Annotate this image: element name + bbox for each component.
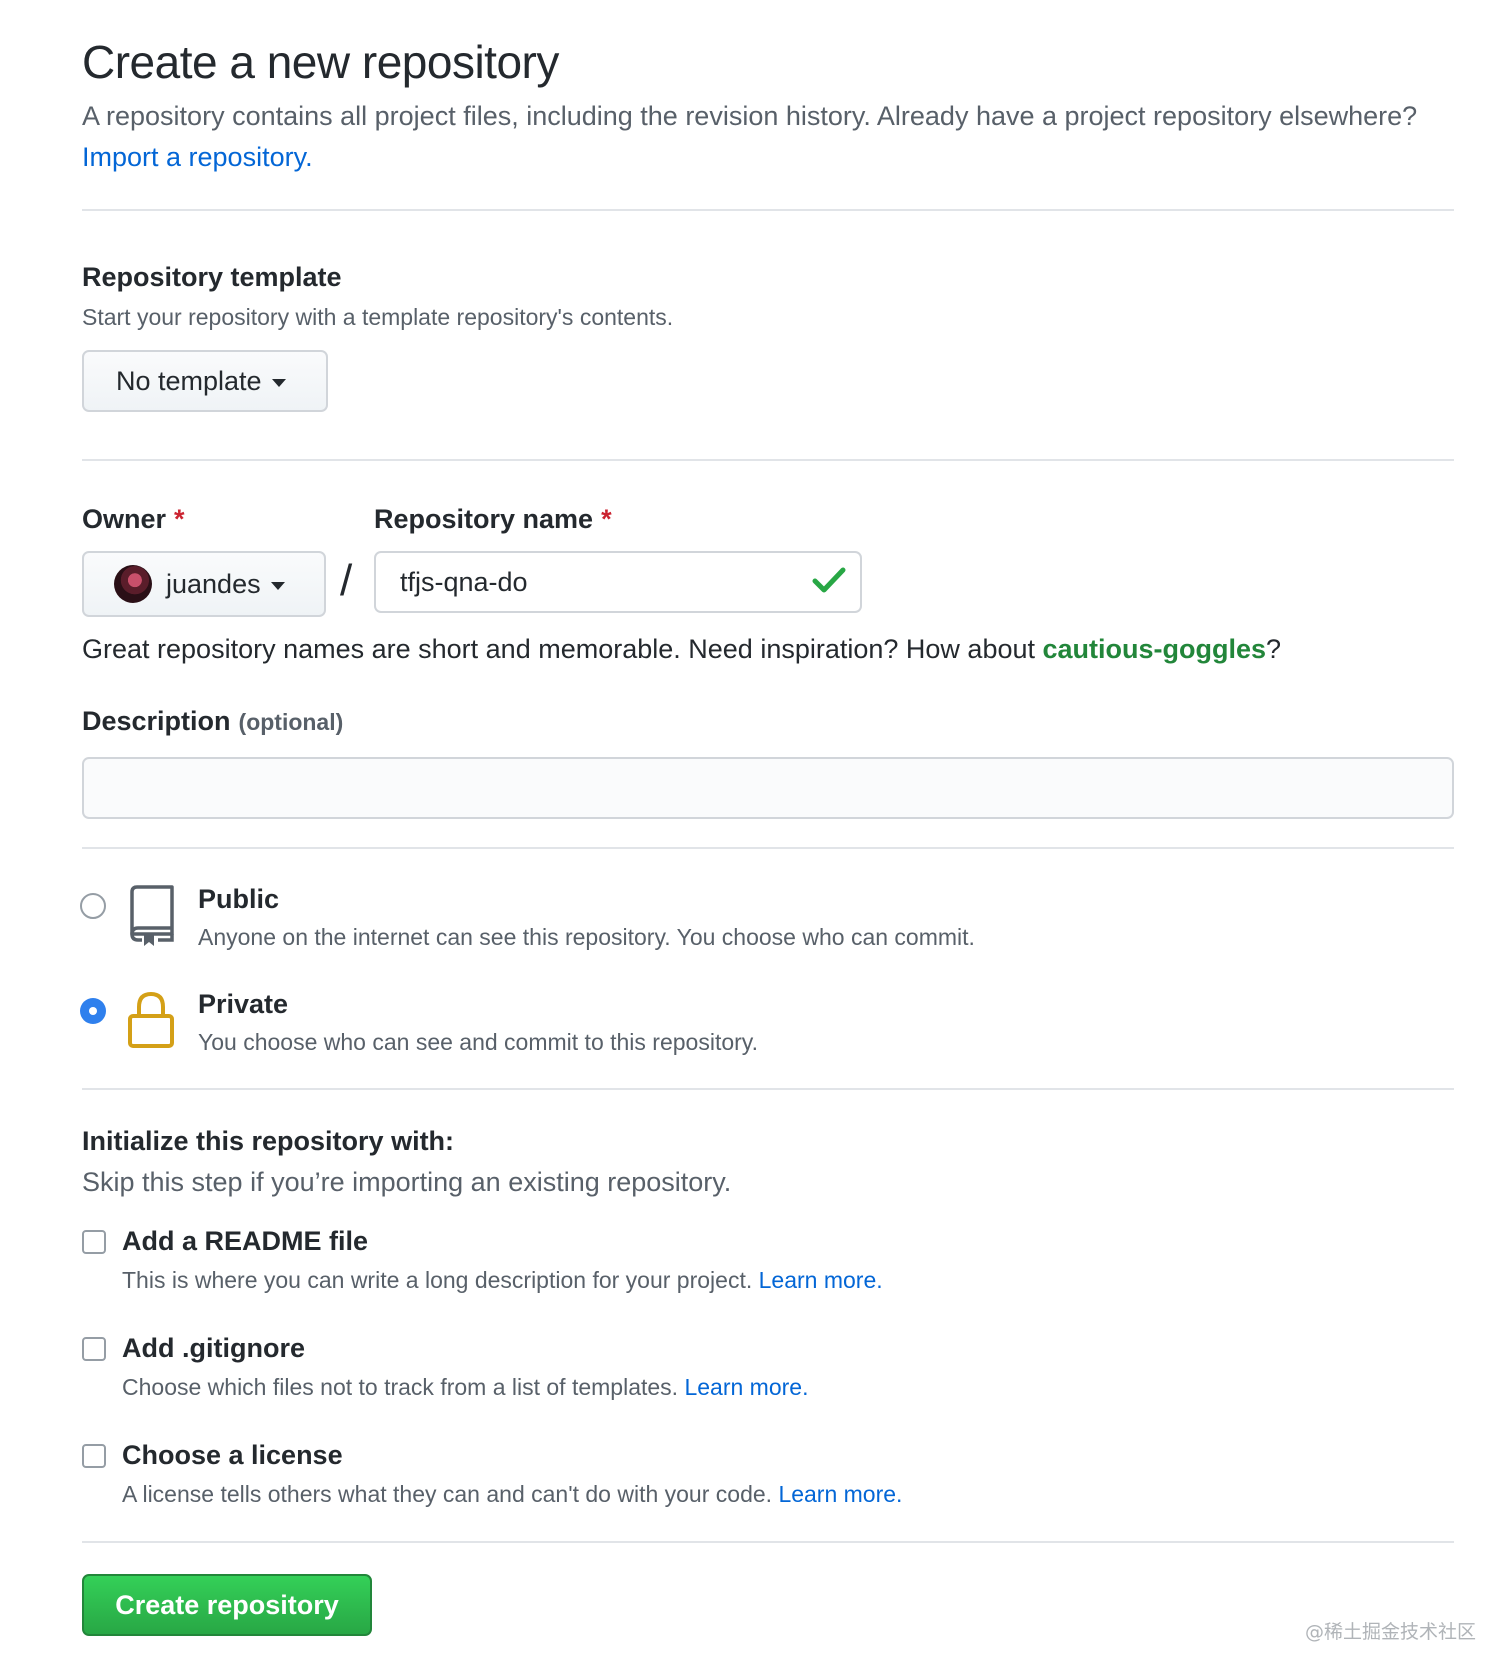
private-description: You choose who can see and commit to thi… — [198, 1029, 758, 1055]
divider — [82, 459, 1454, 461]
license-description-text: A license tells others what they can and… — [122, 1481, 773, 1507]
import-repository-link[interactable]: Import a repository. — [82, 142, 313, 172]
page-subtitle: A repository contains all project files,… — [82, 96, 1454, 178]
private-title: Private — [198, 989, 289, 1019]
owner-label: Owner * — [82, 504, 185, 535]
readme-description: This is where you can write a long descr… — [122, 1267, 883, 1294]
template-dropdown-button[interactable]: No template — [82, 350, 328, 412]
owner-dropdown-button[interactable]: juandes — [82, 551, 326, 617]
owner-label-text: Owner — [82, 504, 167, 534]
template-heading: Repository template — [82, 262, 342, 292]
repo-name-hint: Great repository names are short and mem… — [82, 634, 1281, 665]
chevron-down-icon — [271, 378, 286, 387]
create-repository-label: Create repository — [115, 1589, 339, 1620]
template-note: Start your repository with a template re… — [82, 304, 674, 330]
description-optional-mark: (optional) — [238, 709, 344, 735]
description-input[interactable] — [82, 757, 1454, 819]
license-title: Choose a license — [122, 1440, 343, 1470]
description-label-text: Description — [82, 706, 231, 736]
owner-name: juandes — [166, 568, 261, 599]
repo-name-label: Repository name * — [374, 504, 612, 535]
gitignore-title: Add .gitignore — [122, 1333, 305, 1363]
divider — [82, 209, 1454, 211]
public-description: Anyone on the internet can see this repo… — [198, 924, 975, 950]
page-title: Create a new repository — [82, 36, 559, 88]
gitignore-learn-more-link[interactable]: Learn more. — [684, 1374, 808, 1400]
repo-name-input[interactable]: tfjs-qna-do — [374, 551, 862, 613]
repo-icon — [130, 885, 174, 946]
description-label: Description (optional) — [82, 706, 343, 737]
hint-suffix: ? — [1266, 634, 1282, 664]
subtitle-text: A repository contains all project files,… — [82, 101, 1418, 131]
gitignore-description-text: Choose which files not to track from a l… — [122, 1374, 679, 1400]
chevron-down-icon — [270, 581, 285, 590]
divider — [82, 1541, 1454, 1543]
public-title: Public — [198, 884, 280, 914]
readme-title: Add a README file — [122, 1226, 369, 1256]
initialize-note: Skip this step if you’re importing an ex… — [82, 1167, 732, 1197]
gitignore-description: Choose which files not to track from a l… — [122, 1374, 808, 1401]
initialize-heading: Initialize this repository with: — [82, 1126, 455, 1156]
private-radio[interactable] — [80, 998, 106, 1024]
license-description: A license tells others what they can and… — [122, 1481, 902, 1508]
repo-name-hint-text: Great repository names are short and mem… — [82, 634, 1035, 664]
check-icon — [812, 567, 846, 593]
gitignore-checkbox[interactable] — [82, 1337, 106, 1361]
divider — [82, 847, 1454, 849]
public-radio[interactable] — [80, 893, 106, 919]
create-repository-button[interactable]: Create repository — [82, 1574, 372, 1636]
owner-repo-separator: / — [340, 556, 353, 605]
suggested-name-link[interactable]: cautious-goggles — [1043, 634, 1267, 664]
divider — [82, 1088, 1454, 1090]
readme-checkbox[interactable] — [82, 1230, 106, 1254]
owner-required-mark: * — [174, 504, 185, 534]
repo-name-value: tfjs-qna-do — [400, 566, 528, 597]
readme-learn-more-link[interactable]: Learn more. — [759, 1267, 883, 1293]
lock-icon — [128, 991, 174, 1048]
readme-description-text: This is where you can write a long descr… — [122, 1267, 753, 1293]
avatar — [114, 565, 152, 603]
license-checkbox[interactable] — [82, 1444, 106, 1468]
template-dropdown-label: No template — [116, 365, 262, 396]
repo-name-label-text: Repository name — [374, 504, 594, 534]
license-learn-more-link[interactable]: Learn more. — [778, 1481, 902, 1507]
watermark: @稀土掘金技术社区 — [1304, 1621, 1476, 1643]
repo-name-required-mark: * — [601, 504, 612, 534]
